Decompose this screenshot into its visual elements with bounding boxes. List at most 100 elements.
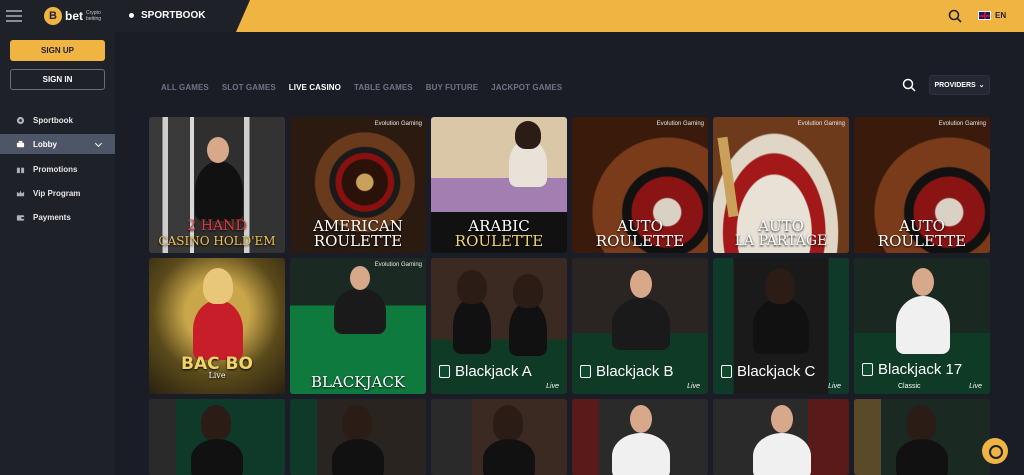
dealer-figure — [191, 439, 243, 475]
sidebar-item-sportbook[interactable]: Sportbook — [0, 110, 115, 130]
menu-icon[interactable] — [6, 10, 22, 22]
signin-button[interactable]: SIGN IN — [10, 69, 105, 90]
sidebar-item-label: Vip Program — [33, 188, 81, 198]
dealer-figure — [753, 433, 811, 475]
game-subtitle: Live — [969, 383, 982, 390]
sidebar-item-label: Lobby — [33, 139, 57, 149]
provider-badge: Evolution Gaming — [374, 262, 422, 268]
game-title: BLACKJACK — [310, 373, 406, 391]
dealer-head — [771, 405, 793, 433]
game-title-line2: LA PARTAGE — [734, 233, 828, 249]
dealer-figure — [453, 298, 491, 354]
uk-flag-icon — [978, 11, 991, 20]
tab-live-casino[interactable]: LIVE CASINO — [289, 83, 341, 92]
game-tile[interactable]: Evolution Gaming AUTO ROULETTE — [572, 117, 708, 253]
game-tile[interactable]: BAC BO Live — [149, 258, 285, 394]
dealer-hair — [515, 121, 541, 149]
game-title-row: Blackjack B — [580, 363, 674, 380]
game-subtitle: Live — [828, 383, 841, 390]
cards-icon — [580, 365, 591, 378]
dealer-figure — [334, 288, 386, 334]
game-tile[interactable] — [149, 399, 285, 475]
game-tile[interactable]: Blackjack A Live — [431, 258, 567, 394]
sportbook-link[interactable]: SPORTBOOK — [127, 10, 205, 21]
logo-text: bet — [65, 9, 83, 23]
logo[interactable]: B bet Crypto betting — [44, 7, 108, 25]
header-accent-band — [236, 0, 1024, 32]
game-title-line2: ROULETTE — [877, 232, 967, 250]
game-tile[interactable] — [854, 399, 990, 475]
game-tile[interactable]: Blackjack C Live — [713, 258, 849, 394]
tab-jackpot-games[interactable]: JACKPOT GAMES — [491, 83, 562, 92]
tab-slot-games[interactable]: SLOT GAMES — [222, 83, 276, 92]
football-icon — [127, 11, 136, 20]
tab-all-games[interactable]: ALL GAMES — [161, 83, 209, 92]
game-title-row: Blackjack A — [439, 363, 532, 380]
game-tile[interactable] — [431, 399, 567, 475]
search-icon[interactable] — [948, 9, 962, 23]
provider-badge: Evolution Gaming — [656, 121, 704, 127]
dealer-hair — [765, 268, 795, 304]
providers-label: PROVIDERS — [934, 81, 976, 89]
game-tile[interactable]: Blackjack 17 Classic Live — [854, 258, 990, 394]
dealer-figure — [612, 433, 670, 475]
provider-badge: Evolution Gaming — [938, 121, 986, 127]
search-icon[interactable] — [902, 78, 916, 92]
dealer-figure — [509, 302, 547, 356]
dealer-figure — [612, 298, 670, 350]
game-tile[interactable]: Evolution Gaming BLACKJACK — [290, 258, 426, 394]
dealer-figure — [753, 298, 809, 354]
tab-table-games[interactable]: TABLE GAMES — [354, 83, 413, 92]
sidebar: SIGN UP SIGN IN Sportbook Lobby Promotio… — [0, 32, 115, 475]
lobby-icon — [16, 140, 25, 147]
game-title-line1: 2 HAND — [187, 218, 247, 234]
game-tile[interactable]: 2 HAND CASINO HOLD'EM — [149, 117, 285, 253]
logo-coin: B — [44, 7, 62, 25]
game-subtitle-classic: Classic — [898, 383, 921, 390]
chevron-down-icon: ⌄ — [978, 82, 985, 89]
game-title: Blackjack 17 — [878, 361, 963, 378]
game-tile[interactable]: Evolution Gaming AMERICAN ROULETTE — [290, 117, 426, 253]
game-tile[interactable]: Evolution Gaming AUTO LA PARTAGE — [713, 117, 849, 253]
tab-buy-future[interactable]: BUY FUTURE — [426, 83, 478, 92]
sportbook-label: SPORTBOOK — [141, 10, 206, 21]
game-subtitle: Live — [687, 383, 700, 390]
dealer-hair — [203, 268, 233, 304]
signup-button[interactable]: SIGN UP — [10, 40, 105, 61]
dealer-hair — [201, 405, 231, 441]
chevron-down-icon — [94, 139, 103, 148]
game-tile[interactable]: ARABIC ROULETTE — [431, 117, 567, 253]
providers-dropdown[interactable]: PROVIDERS ⌄ — [929, 75, 990, 95]
dealer-hair — [493, 405, 523, 441]
dealer-head — [350, 266, 370, 290]
game-tile[interactable]: Blackjack B Live — [572, 258, 708, 394]
game-title-row: Blackjack C — [721, 363, 815, 380]
chat-icon[interactable] — [982, 438, 1008, 464]
game-tile[interactable] — [290, 399, 426, 475]
logo-tagline: Crypto betting — [86, 10, 102, 22]
game-category-tabs: ALL GAMES SLOT GAMES LIVE CASINO TABLE G… — [161, 83, 575, 92]
football-icon — [16, 116, 25, 124]
game-tile[interactable]: Evolution Gaming AUTO ROULETTE — [854, 117, 990, 253]
sidebar-item-lobby[interactable]: Lobby — [0, 134, 115, 154]
game-title-line2: ROULETTE — [313, 232, 403, 250]
crown-icon — [16, 190, 25, 196]
dealer-figure — [193, 300, 243, 360]
sidebar-item-label: Sportbook — [33, 115, 73, 125]
game-title: Blackjack B — [596, 363, 674, 380]
dealer-figure — [332, 439, 384, 475]
game-tile[interactable] — [713, 399, 849, 475]
game-tile[interactable] — [572, 399, 708, 475]
game-title-line2: CASINO HOLD'EM — [158, 234, 276, 248]
game-subtitle: Live — [546, 383, 559, 390]
dealer-head — [630, 270, 652, 298]
dealer-head — [912, 268, 934, 296]
top-bar: B bet Crypto betting SPORTBOOK EN — [0, 0, 1024, 32]
cards-icon — [862, 363, 873, 376]
sidebar-item-vip-program[interactable]: Vip Program — [0, 183, 115, 203]
sidebar-item-promotions[interactable]: Promotions — [0, 159, 115, 179]
sidebar-item-label: Promotions — [33, 164, 78, 174]
dealer-hair — [906, 405, 936, 441]
sidebar-item-payments[interactable]: Payments — [0, 207, 115, 227]
language-selector[interactable]: EN — [978, 11, 1006, 20]
